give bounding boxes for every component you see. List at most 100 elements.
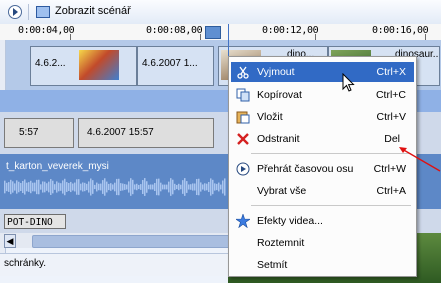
waveform-bar [216,183,218,191]
toolbar-separator [28,4,29,20]
waveform-bar [202,184,204,190]
waveform-bar [160,182,162,192]
menu-item-shortcut: Ctrl+A [376,185,406,197]
waveform-bar [182,180,184,194]
clip-label: 4.6.2007 15:57 [87,127,154,138]
waveform-bar [196,178,198,196]
waveform-bar [82,182,84,192]
waveform-bar [170,178,172,196]
scroll-thumb[interactable] [32,235,230,248]
waveform-bar [186,181,188,193]
menu-item-label: Vybrat vše [257,185,307,197]
waveform-bar [206,183,208,191]
waveform-bar [138,184,140,190]
play-icon[interactable] [8,5,22,19]
waveform-bar [118,178,120,196]
play-icon [236,162,250,176]
menu-item-label: Efekty videa... [257,215,323,227]
waveform-bar [136,183,138,191]
waveform-bar [106,181,108,193]
waveform-bar [128,181,130,193]
waveform-bar [24,179,26,195]
menu-item-shortcut: Ctrl+V [376,111,406,123]
waveform-bar [180,184,182,190]
waveform-bar [54,184,56,190]
menu-item-label: Odstranit [257,133,300,145]
clip-thumbnail [79,50,119,80]
waveform-bar [142,180,144,194]
playhead-marker[interactable] [205,26,221,39]
waveform-bar [48,181,50,193]
waveform-bar [20,183,22,191]
waveform-bar [166,184,168,190]
waveform-bar [34,182,36,192]
menu-item-select-all[interactable]: Vybrat vše Ctrl+A [231,181,414,201]
menu-item-play-timeline[interactable]: Přehrát časovou osu Ctrl+W [231,159,414,179]
storyboard-button-label[interactable]: Zobrazit scénář [55,5,131,17]
track-clip[interactable]: 5:57 [4,118,74,148]
waveform-bar [64,178,66,196]
menu-item-shortcut: Ctrl+C [375,89,406,101]
waveform-bar [70,181,72,193]
menu-separator [251,205,411,206]
waveform-bar [198,178,200,196]
menu-item-cut[interactable]: Vyjmout Ctrl+X [231,62,414,82]
waveform-bar [84,182,86,192]
waveform-bar [150,184,152,190]
storyboard-icon[interactable] [36,6,50,18]
waveform-bar [42,181,44,193]
clip-label: 4.6.2... [35,58,66,69]
video-clip[interactable]: 4.6.2007 1... [137,46,214,86]
audio-clip-label: t_karton_veverek_mysi [6,161,109,172]
menu-item-fade-in[interactable]: Roztemnit [231,233,414,253]
waveform-bar [96,182,98,192]
waveform-bar [78,179,80,195]
waveform-bar [212,179,214,195]
waveform-bar [60,183,62,191]
waveform-bar [132,179,134,195]
waveform-bar [10,179,12,195]
annotation-arrow-icon [399,147,441,172]
menu-item-copy[interactable]: Kopírovat Ctrl+C [231,85,414,105]
waveform-bar [146,181,148,193]
menu-separator [251,153,411,154]
waveform-bar [168,181,170,193]
waveform-bar [4,180,6,194]
waveform-bar [144,178,146,196]
menu-item-video-effects[interactable]: Efekty videa... [231,211,414,231]
track-clip[interactable]: 4.6.2007 15:57 [78,118,214,148]
waveform-bar [188,184,190,190]
waveform-bar [162,184,164,190]
ruler-tick: 0:00:04,00 [18,25,75,36]
waveform-bar [50,179,52,195]
waveform-bar [102,180,104,194]
waveform-bar [190,184,192,190]
menu-item-fade-out[interactable]: Setmít [231,255,414,275]
menu-item-paste[interactable]: Vložit Ctrl+V [231,107,414,127]
title-clip[interactable]: POT-DINO [4,214,66,229]
ruler-tick: 0:00:12,00 [262,25,319,36]
waveform-bar [94,184,96,190]
waveform-bar [110,183,112,191]
waveform-bar [36,179,38,195]
waveform-bar [200,182,202,192]
waveform-bar [80,183,82,191]
video-clip[interactable]: 4.6.2... [30,46,137,86]
waveform-bar [76,179,78,195]
waveform-bar [108,183,110,191]
waveform-bar [164,184,166,190]
waveform-bar [18,181,20,193]
menu-item-label: Setmít [257,259,288,271]
waveform-bar [52,180,54,194]
waveform-bar [22,180,24,194]
waveform-bar [224,178,226,196]
scroll-left-button[interactable]: ◀ [4,234,16,248]
waveform-bar [116,178,118,196]
waveform-bar [90,178,92,196]
menu-item-delete[interactable]: Odstranit Del [231,129,414,149]
waveform-bar [40,184,42,190]
waveform-bar [98,183,100,191]
waveform-bar [158,178,160,196]
waveform-bar [16,180,18,194]
waveform-bar [122,183,124,191]
